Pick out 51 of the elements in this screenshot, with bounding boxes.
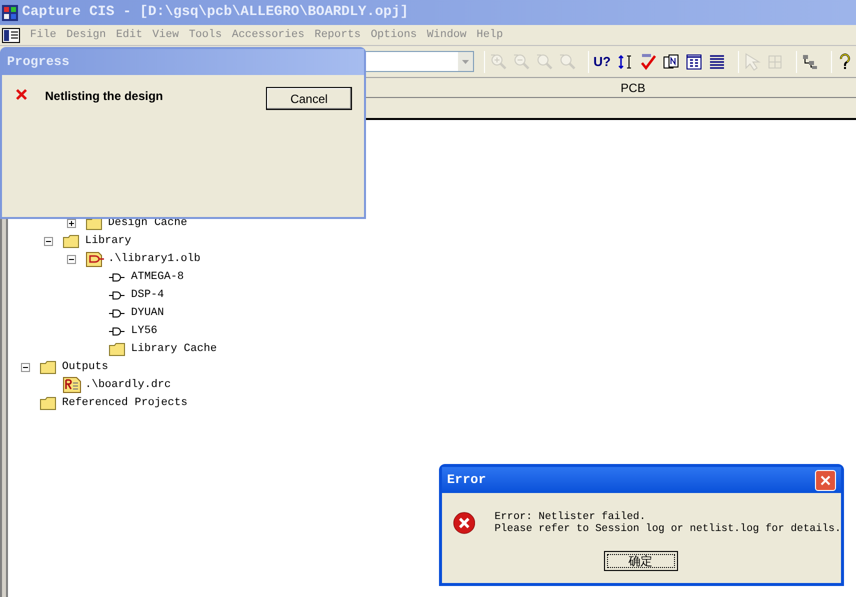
dialog-title: Error [447, 471, 486, 490]
pointer-icon [743, 52, 761, 70]
spacing-icon [616, 52, 634, 70]
cross-icon [16, 89, 27, 100]
collapse-icon[interactable] [21, 362, 30, 372]
check-icon [639, 52, 657, 70]
tree-item[interactable]: LY56 [131, 322, 158, 340]
toolbar-button[interactable]: U? [591, 50, 613, 72]
gate-icon [109, 308, 125, 318]
grid-icon [766, 52, 784, 70]
collapse-icon[interactable] [67, 254, 76, 264]
collapse-icon[interactable] [44, 236, 53, 246]
gate-icon [109, 290, 125, 300]
tree-item[interactable]: .\boardly.drc [85, 376, 171, 394]
document-icon[interactable] [2, 28, 20, 42]
tree-item[interactable]: ATMEGA-8 [131, 268, 184, 286]
tree-item[interactable]: Library [85, 232, 132, 250]
project-tab-header: PCB [620, 80, 646, 96]
zoom-out-icon [512, 52, 530, 70]
ok-button[interactable]: 确定 [604, 551, 678, 571]
folder-icon [40, 360, 56, 374]
hierarchy-icon [801, 52, 819, 70]
error-message: Please refer to Session log or netlist.log for details. [494, 523, 841, 535]
magnifier-icon [558, 52, 576, 70]
library-icon [86, 251, 106, 267]
tree-item[interactable]: .\library1.olb [108, 250, 200, 268]
app-icon [2, 4, 18, 20]
tree-item[interactable]: Library Cache [131, 340, 217, 358]
netlist-icon [662, 52, 680, 70]
table-icon [685, 52, 703, 70]
tree-item[interactable]: DSP-4 [131, 286, 164, 304]
cancel-button[interactable]: Cancel [266, 87, 352, 110]
close-icon [820, 474, 831, 486]
progress-message: Netlisting the design [45, 88, 164, 105]
folder-icon [63, 234, 79, 248]
window-title: Capture CIS - [D:\gsq\pcb\ALLEGRO\BOARDLY.opj] [22, 3, 408, 22]
zoom-in-icon [489, 52, 507, 70]
expand-icon[interactable] [67, 218, 76, 228]
tree-item[interactable]: Referenced Projects [62, 394, 188, 412]
folder-icon [109, 342, 125, 356]
close-button[interactable] [815, 470, 836, 490]
folder-icon [40, 396, 56, 410]
error-message: Error: Netlister failed. [494, 511, 647, 523]
tree-item[interactable]: Outputs [62, 358, 108, 376]
tree-item[interactable]: DYUAN [131, 304, 164, 322]
dialog-title: Progress [7, 53, 70, 72]
report-icon [63, 377, 81, 393]
gate-icon [109, 272, 125, 282]
magnifier-icon [535, 52, 553, 70]
gate-icon [109, 326, 125, 336]
list-icon [708, 52, 726, 70]
